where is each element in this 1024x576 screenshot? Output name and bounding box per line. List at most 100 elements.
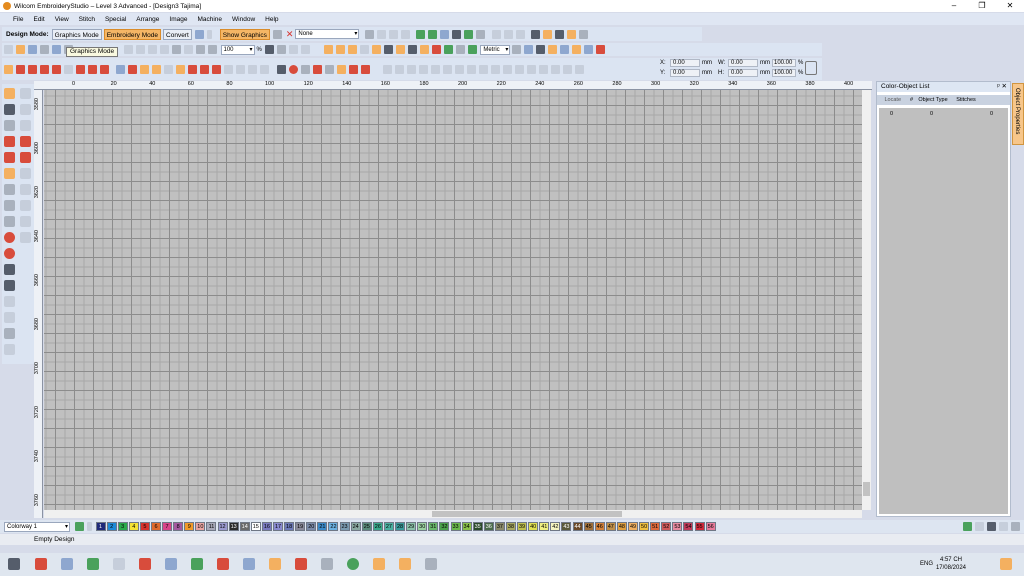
- palette-icon[interactable]: [74, 522, 84, 531]
- color-swatch[interactable]: 45: [583, 522, 594, 531]
- dropdown-arrow-icon[interactable]: [207, 29, 213, 39]
- fabric-icon[interactable]: [273, 29, 283, 39]
- color-swatch[interactable]: 17: [273, 522, 283, 531]
- tool-icon[interactable]: [439, 29, 449, 39]
- tool-icon[interactable]: [4, 280, 15, 291]
- h-field[interactable]: 0.00: [728, 69, 758, 77]
- color-swatch[interactable]: 39: [517, 522, 528, 531]
- tool-icon[interactable]: [583, 45, 593, 54]
- tool-icon[interactable]: [511, 45, 521, 54]
- tool-icon[interactable]: [360, 64, 370, 74]
- tool-icon[interactable]: [4, 248, 15, 259]
- color-swatch[interactable]: 26: [372, 522, 383, 531]
- tool-icon[interactable]: [571, 45, 581, 54]
- tool-icon[interactable]: [20, 184, 31, 195]
- tool-icon[interactable]: [15, 64, 25, 74]
- object-properties-tab[interactable]: Object Properties: [1012, 83, 1024, 145]
- menu-image[interactable]: Image: [164, 16, 192, 23]
- language-indicator[interactable]: ENG: [920, 561, 933, 567]
- color-swatch[interactable]: 15: [250, 522, 261, 531]
- tool-icon[interactable]: [503, 64, 512, 74]
- paste-icon[interactable]: [148, 45, 157, 54]
- tool-icon[interactable]: [212, 64, 221, 74]
- tool-icon[interactable]: [152, 64, 161, 74]
- tool-icon[interactable]: [566, 29, 576, 39]
- color-swatch[interactable]: 43: [561, 522, 572, 531]
- tool-icon[interactable]: [335, 45, 345, 54]
- print-icon[interactable]: [39, 45, 49, 54]
- maximize-button[interactable]: ❐: [968, 0, 996, 12]
- illustrator-icon[interactable]: [269, 558, 281, 570]
- taskbar-app-icon[interactable]: [61, 558, 73, 570]
- tool-icon[interactable]: [4, 120, 15, 131]
- tool-icon[interactable]: [4, 200, 15, 211]
- ellipse-icon[interactable]: [20, 216, 31, 227]
- graphics-mode-button[interactable]: Graphics Mode: [51, 28, 102, 40]
- tool-icon[interactable]: [27, 64, 37, 74]
- menu-machine[interactable]: Machine: [192, 16, 227, 23]
- copy-icon[interactable]: [136, 45, 145, 54]
- tool-icon[interactable]: [395, 64, 404, 74]
- tool-icon[interactable]: [527, 64, 536, 74]
- tool-icon[interactable]: [515, 64, 524, 74]
- colorway-select[interactable]: Colorway 1: [4, 521, 70, 532]
- tool-icon[interactable]: [324, 64, 334, 74]
- tool-icon[interactable]: [443, 45, 453, 54]
- excel-icon[interactable]: [191, 558, 203, 570]
- tool-icon[interactable]: [20, 136, 31, 147]
- vertical-scrollbar[interactable]: [862, 90, 871, 510]
- color-swatch[interactable]: 24: [350, 522, 361, 531]
- color-swatch[interactable]: 48: [616, 522, 627, 531]
- color-swatch[interactable]: 30: [417, 522, 428, 531]
- color-dot-icon[interactable]: [288, 64, 298, 74]
- menu-file[interactable]: File: [8, 16, 28, 23]
- tool-icon[interactable]: [347, 45, 357, 54]
- tool-icon[interactable]: [479, 64, 488, 74]
- tool-icon[interactable]: [20, 104, 31, 115]
- scale-h-field[interactable]: 100.00: [772, 69, 796, 77]
- tool-icon[interactable]: [407, 45, 417, 54]
- tool-icon[interactable]: [551, 64, 560, 74]
- minimize-button[interactable]: –: [940, 0, 968, 12]
- tool-icon[interactable]: [20, 120, 31, 131]
- tool-icon[interactable]: [467, 45, 477, 54]
- chrome-icon[interactable]: [347, 558, 359, 570]
- color-swatch[interactable]: 12: [217, 522, 228, 531]
- tool-icon[interactable]: [128, 64, 137, 74]
- tool-icon[interactable]: [451, 29, 461, 39]
- tool-icon[interactable]: [200, 64, 209, 74]
- tool-icon[interactable]: [301, 45, 311, 54]
- tool-icon[interactable]: [51, 45, 61, 54]
- color-swatch[interactable]: 7: [162, 522, 173, 531]
- windows-start-icon[interactable]: [8, 558, 20, 570]
- tool-icon[interactable]: [63, 64, 73, 74]
- color-swatch[interactable]: 44: [572, 522, 583, 531]
- tool-icon[interactable]: [547, 45, 557, 54]
- color-swatch[interactable]: 42: [550, 522, 561, 531]
- tool-icon[interactable]: [419, 45, 429, 54]
- tool-icon[interactable]: [516, 29, 526, 39]
- tool-icon[interactable]: [4, 136, 15, 147]
- rectangle-icon[interactable]: [20, 232, 31, 243]
- tool-icon[interactable]: [3, 64, 13, 74]
- tool-icon[interactable]: [276, 64, 286, 74]
- units-select[interactable]: Metric: [480, 44, 511, 55]
- tool-icon[interactable]: [431, 64, 440, 74]
- tool-icon[interactable]: [535, 45, 545, 54]
- color-swatch[interactable]: 33: [450, 522, 461, 531]
- tool-icon[interactable]: [431, 45, 441, 54]
- tool-icon[interactable]: [389, 29, 399, 39]
- lock-proportion-icon[interactable]: [805, 61, 817, 75]
- scroll-thumb[interactable]: [863, 482, 870, 496]
- color-swatch[interactable]: 56: [705, 522, 716, 531]
- open-icon[interactable]: [15, 45, 25, 54]
- color-swatch[interactable]: 5: [139, 522, 150, 531]
- tool-icon[interactable]: [312, 64, 322, 74]
- tool-icon[interactable]: [365, 29, 375, 39]
- tool-icon[interactable]: [377, 29, 387, 39]
- indesign-icon[interactable]: [295, 558, 307, 570]
- tool-icon[interactable]: [999, 522, 1008, 531]
- tool-icon[interactable]: [4, 312, 15, 323]
- reshape-icon[interactable]: [4, 104, 15, 115]
- zoom-box-icon[interactable]: [208, 45, 217, 54]
